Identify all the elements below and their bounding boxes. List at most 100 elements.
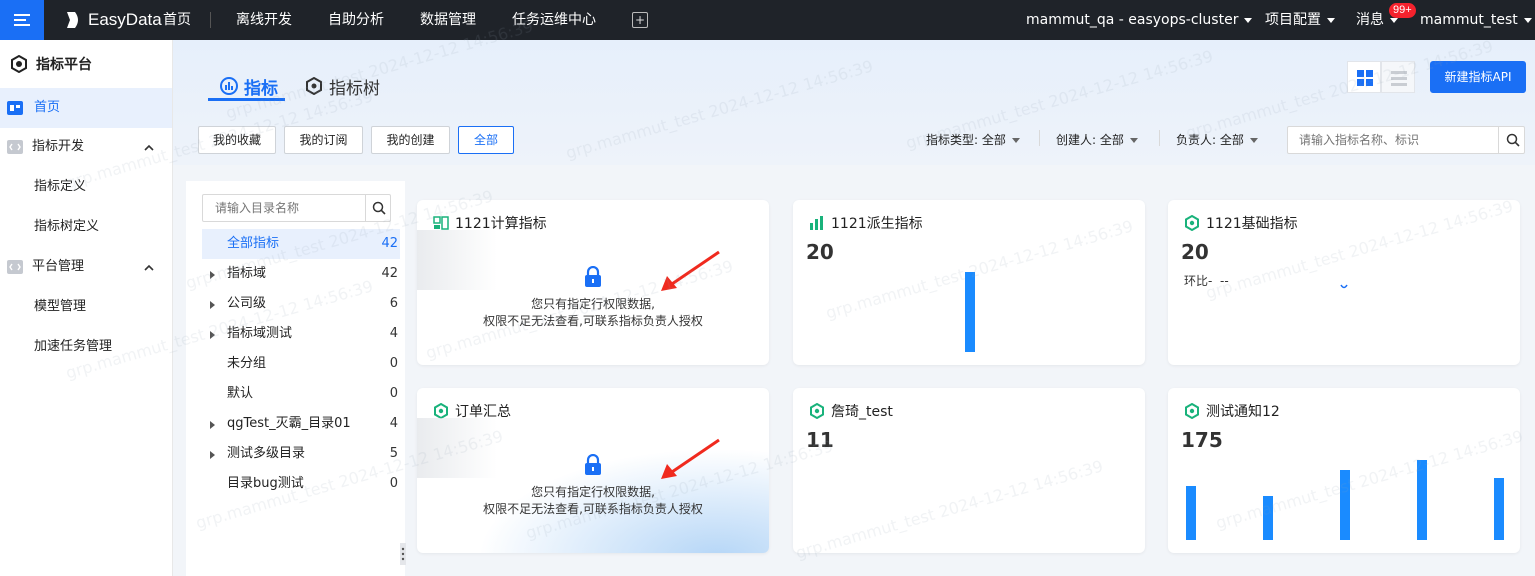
directory-item[interactable]: 目录bug测试 0: [202, 469, 400, 499]
chevron-down-icon: [1129, 138, 1138, 143]
new-indicator-api-button[interactable]: 新建指标API: [1430, 61, 1526, 93]
gear-icon: [1185, 403, 1199, 419]
expand-arrow-icon[interactable]: [210, 271, 215, 279]
nav-home[interactable]: 首页: [163, 0, 191, 40]
dropdown-label: 负责人:: [1176, 133, 1217, 147]
logo-text: EasyData: [88, 10, 162, 29]
tab-label: 指标: [244, 78, 278, 99]
owner-dropdown[interactable]: 负责人: 全部: [1176, 131, 1258, 148]
grid-view-button[interactable]: [1347, 61, 1381, 93]
nav-divider: [210, 12, 211, 28]
directory-search-input[interactable]: [203, 195, 365, 221]
sidebar-item-indicator-tree-definition[interactable]: 指标树定义: [0, 207, 172, 247]
expand-arrow-icon[interactable]: [210, 301, 215, 309]
lock-icon: [585, 454, 601, 475]
indicator-search-input[interactable]: [1288, 127, 1498, 153]
directory-item[interactable]: 测试多级目录 5: [202, 439, 400, 469]
project-config-dropdown[interactable]: 项目配置: [1265, 0, 1335, 40]
directory-item[interactable]: 指标域 42: [202, 259, 400, 289]
filter-my-subscriptions-button[interactable]: 我的订阅: [284, 126, 363, 154]
directory-item[interactable]: 默认 0: [202, 379, 400, 409]
indicator-card[interactable]: 1121基础指标 20 环比- --: [1168, 200, 1520, 365]
directory-item[interactable]: 指标域测试 4: [202, 319, 400, 349]
blurred-preview: [417, 230, 497, 290]
filter-my-created-button[interactable]: 我的创建: [371, 126, 450, 154]
chart-bar: [1494, 478, 1504, 540]
dropdown-label: 创建人:: [1056, 133, 1097, 147]
dropdown-label: 指标类型:: [926, 133, 979, 147]
sidebar-item-indicator-definition[interactable]: 指标定义: [0, 167, 172, 207]
sidebar-item-platform-management[interactable]: 平台管理: [0, 247, 172, 287]
active-tab-indicator: [208, 98, 285, 101]
search-button[interactable]: [1498, 127, 1525, 153]
message-count-badge: 99+: [1389, 3, 1416, 18]
indicator-card[interactable]: 订单汇总 您只有指定行权限数据, 权限不足无法查看,可联系指标负责人授权: [417, 388, 769, 553]
sidebar-item-home[interactable]: 首页: [0, 88, 172, 128]
home-dashboard-icon: [7, 101, 23, 115]
filter-my-favorites-button[interactable]: 我的收藏: [198, 126, 276, 154]
filter-divider: [1039, 130, 1040, 146]
filter-all-button[interactable]: 全部: [458, 126, 514, 154]
add-tab-icon[interactable]: +: [632, 12, 648, 28]
chart-bar: [965, 272, 975, 352]
directory-item[interactable]: 公司级 6: [202, 289, 400, 319]
messages-label: 消息: [1356, 12, 1384, 28]
search-icon: [372, 201, 386, 215]
directory-search-box: [202, 194, 391, 222]
cluster-selector[interactable]: mammut_qa - easyops-cluster: [1026, 0, 1253, 40]
indicator-icon: [220, 77, 238, 95]
indicator-type-dropdown[interactable]: 指标类型: 全部: [926, 131, 1020, 148]
list-view-button[interactable]: [1381, 61, 1415, 93]
card-value: 20: [1181, 240, 1209, 264]
directory-item-name: 目录bug测试: [227, 476, 304, 491]
app-logo[interactable]: EasyData: [66, 9, 162, 31]
directory-item-count: 5: [389, 446, 398, 461]
indicator-card[interactable]: 1121派生指标 20: [793, 200, 1145, 365]
code-icon: [7, 140, 23, 154]
directory-item[interactable]: 全部指标 42: [202, 229, 400, 259]
card-title-text: 1121派生指标: [831, 216, 923, 232]
expand-arrow-icon[interactable]: [210, 331, 215, 339]
directory-item[interactable]: qgTest_灭霸_目录01 4: [202, 409, 400, 439]
search-icon: [1506, 133, 1520, 147]
sidebar-item-model-management[interactable]: 模型管理: [0, 287, 172, 327]
nav-self-analysis[interactable]: 自助分析: [328, 0, 384, 40]
expand-arrow-icon[interactable]: [210, 421, 215, 429]
username: mammut_test: [1420, 12, 1518, 28]
directory-search-button[interactable]: [365, 195, 391, 221]
directory-item-name: 公司级: [227, 296, 267, 311]
gear-icon: [810, 403, 824, 419]
panel-resize-handle[interactable]: [400, 543, 406, 565]
sidebar-item-indicator-dev[interactable]: 指标开发: [0, 127, 172, 167]
directory-item-name: 指标域测试: [227, 326, 293, 341]
chevron-down-icon: [1244, 17, 1253, 23]
directory-item[interactable]: 未分组 0: [202, 349, 400, 379]
tab-indicator[interactable]: 指标: [220, 72, 278, 100]
menu-toggle-button[interactable]: [0, 0, 44, 40]
tab-indicator-tree[interactable]: 指标树: [305, 72, 380, 100]
sidebar-item-acceleration-task[interactable]: 加速任务管理: [0, 327, 172, 367]
card-title: 1121基础指标: [1184, 213, 1298, 233]
user-menu[interactable]: mammut_test: [1420, 0, 1532, 40]
chart-bar: [1340, 470, 1350, 540]
directory-item-count: 0: [389, 476, 398, 491]
card-title: 测试通知12: [1184, 401, 1280, 421]
directory-item-name: 全部指标: [227, 236, 280, 251]
indicator-card[interactable]: 测试通知12 175: [1168, 388, 1520, 553]
filter-divider: [1159, 130, 1160, 146]
card-title: 詹琦_test: [809, 401, 893, 421]
chevron-down-icon: [1390, 17, 1398, 23]
sidebar-title-text: 指标平台: [36, 57, 92, 73]
tab-label: 指标树: [329, 78, 380, 99]
creator-dropdown[interactable]: 创建人: 全部: [1056, 131, 1138, 148]
indicator-card[interactable]: 詹琦_test 11: [793, 388, 1145, 553]
nav-task-ops-center[interactable]: 任务运维中心: [512, 0, 596, 40]
gear-icon: [434, 403, 448, 419]
sidebar-item-label: 指标树定义: [34, 219, 100, 234]
drag-handle-icon: [401, 547, 405, 561]
indicator-card[interactable]: 1121计算指标 您只有指定行权限数据, 权限不足无法查看,可联系指标负责人授权: [417, 200, 769, 365]
nav-data-management[interactable]: 数据管理: [420, 0, 476, 40]
expand-arrow-icon[interactable]: [210, 451, 215, 459]
nav-offline-dev[interactable]: 离线开发: [236, 0, 292, 40]
dropdown-value: 全部: [981, 133, 1006, 147]
